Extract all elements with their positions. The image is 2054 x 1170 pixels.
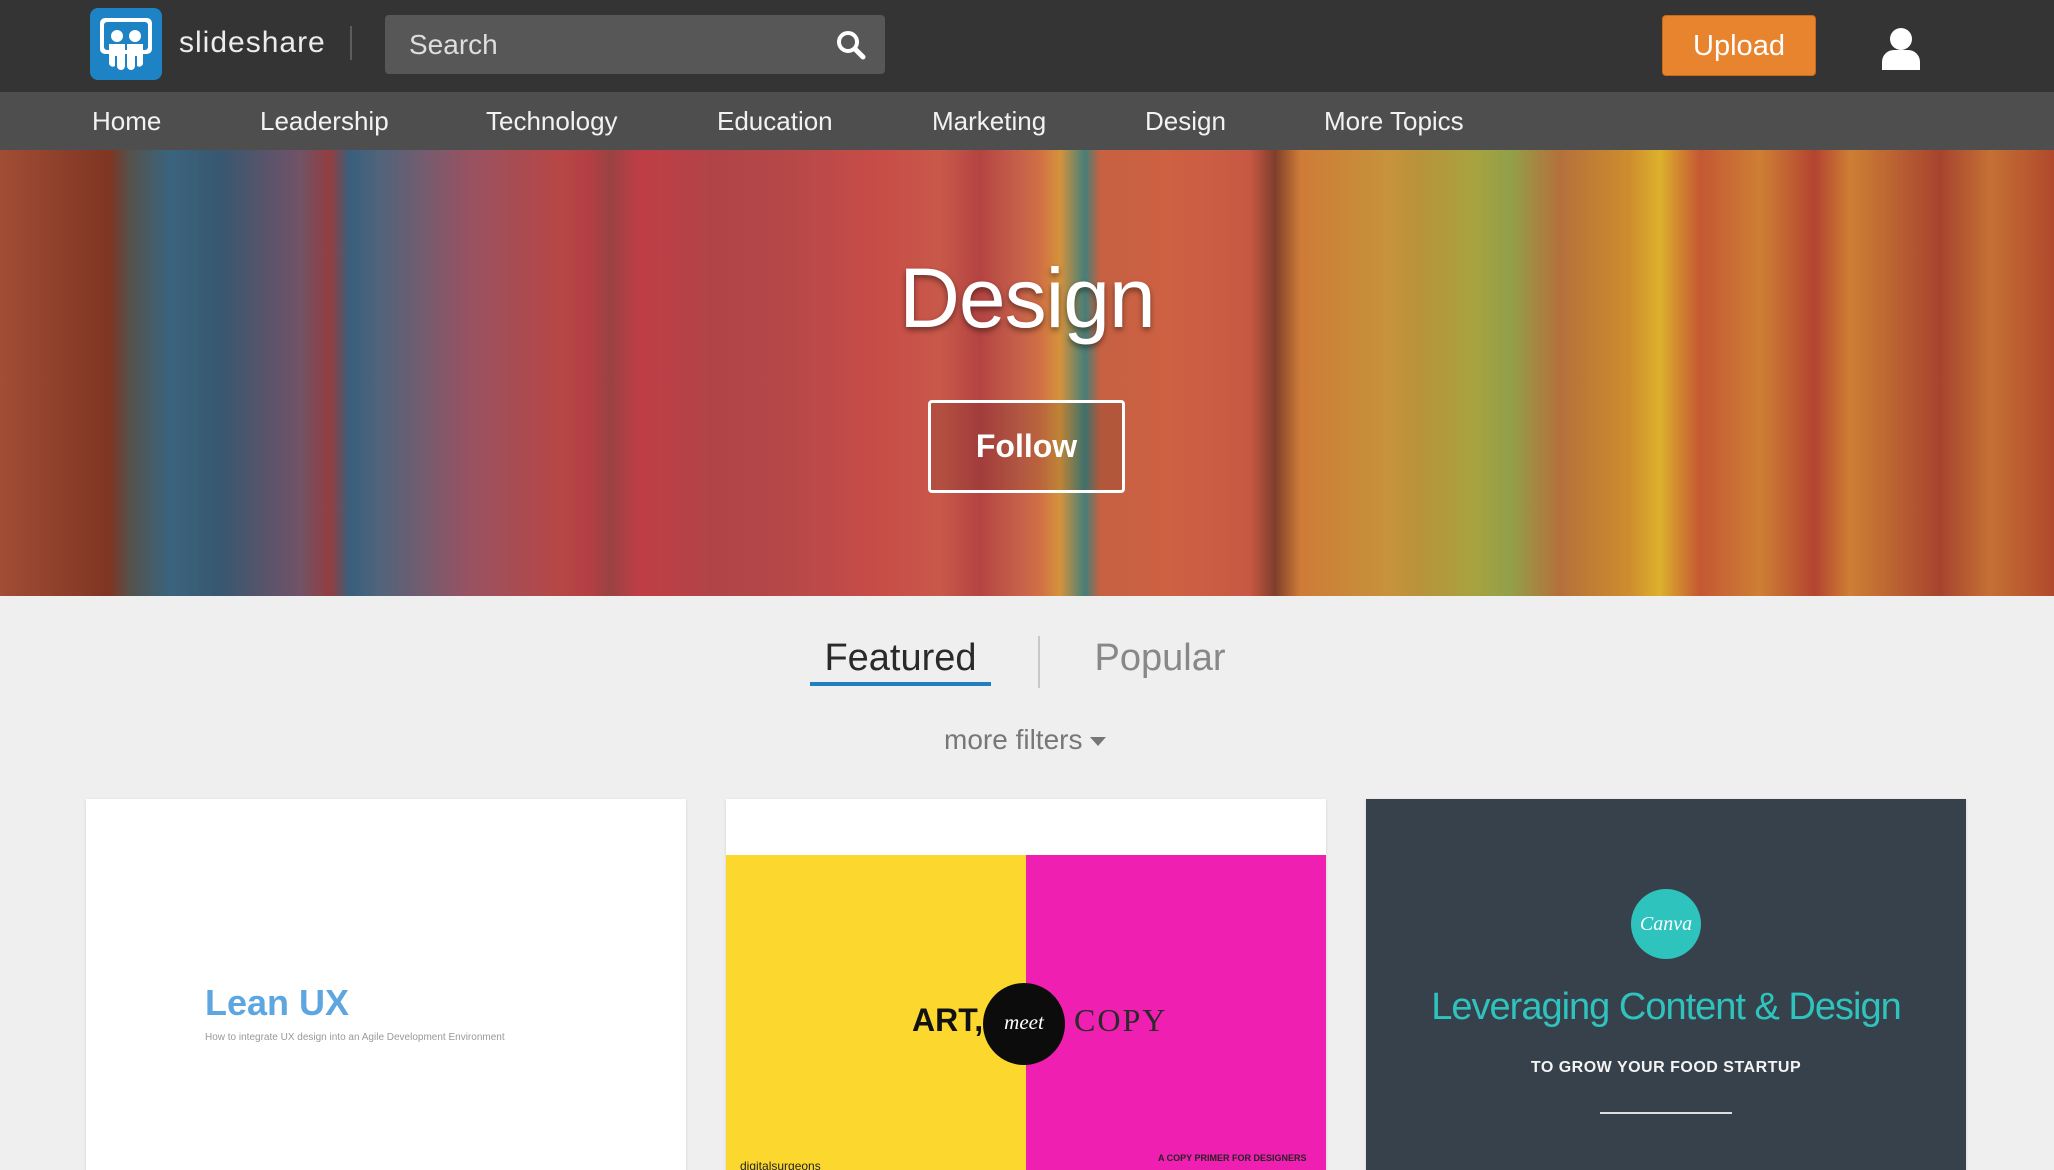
top-bar: slideshare Upload [0,0,2054,92]
card-title: Leveraging Content & Design [1431,986,1901,1028]
card-title-copy: COPY [1074,1002,1168,1038]
topic-hero-banner: Design Follow [0,150,2054,596]
nav-item-education[interactable]: Education [717,92,833,150]
user-icon [1882,28,1920,70]
tab-featured[interactable]: Featured [810,636,991,686]
nav-item-leadership[interactable]: Leadership [260,92,389,150]
hero-overlay [0,150,2054,596]
nav-item-home[interactable]: Home [92,92,161,150]
slideshare-logo-icon [100,18,152,70]
follow-button[interactable]: Follow [928,400,1125,493]
slide-card[interactable]: Lean UX How to integrate UX design into … [86,799,686,1170]
more-filters-dropdown[interactable]: more filters [944,724,1107,756]
nav-item-technology[interactable]: Technology [486,92,618,150]
slide-card[interactable]: ART, meet COPY A COPY PRIMER FOR DESIGNE… [726,799,1326,1170]
caret-down-icon [1090,737,1107,747]
card-subtitle: TO GROW YOUR FOOD STARTUP [1530,1059,1802,1076]
card-publisher: digitalsurgeons [740,1159,821,1170]
nav-item-marketing[interactable]: Marketing [932,92,1046,150]
topic-nav: Home Leadership Technology Education Mar… [0,92,2054,150]
search-button[interactable] [835,29,867,61]
more-filters-label: more filters [944,724,1083,755]
card-subtitle: A COPY PRIMER FOR DESIGNERS [1158,1153,1307,1163]
slideshare-logo[interactable] [90,8,162,80]
card-subtitle: How to integrate UX design into an Agile… [205,1032,505,1043]
slide-card[interactable]: Canva Leveraging Content & Design TO GRO… [1366,799,1966,1170]
page-title: Design [899,251,1155,345]
card-title-art: ART, [912,1002,984,1038]
card-title-meet: meet [1004,1010,1044,1034]
card-divider [1600,1112,1732,1114]
brand-name[interactable]: slideshare [179,26,326,60]
search-input[interactable] [385,15,815,74]
nav-item-design[interactable]: Design [1145,92,1226,150]
canva-logo: Canva [1631,889,1701,959]
tab-divider [1038,636,1040,688]
nav-item-more-topics[interactable]: More Topics [1324,92,1464,150]
search-icon [837,31,866,60]
user-menu-button[interactable] [1880,26,1922,72]
upload-button[interactable]: Upload [1662,15,1816,76]
tab-popular[interactable]: Popular [1094,636,1226,686]
card-title: Lean UX [205,982,350,1023]
search-box [385,15,885,74]
brand-divider [350,26,352,60]
card-pink-panel [1026,855,1326,1170]
